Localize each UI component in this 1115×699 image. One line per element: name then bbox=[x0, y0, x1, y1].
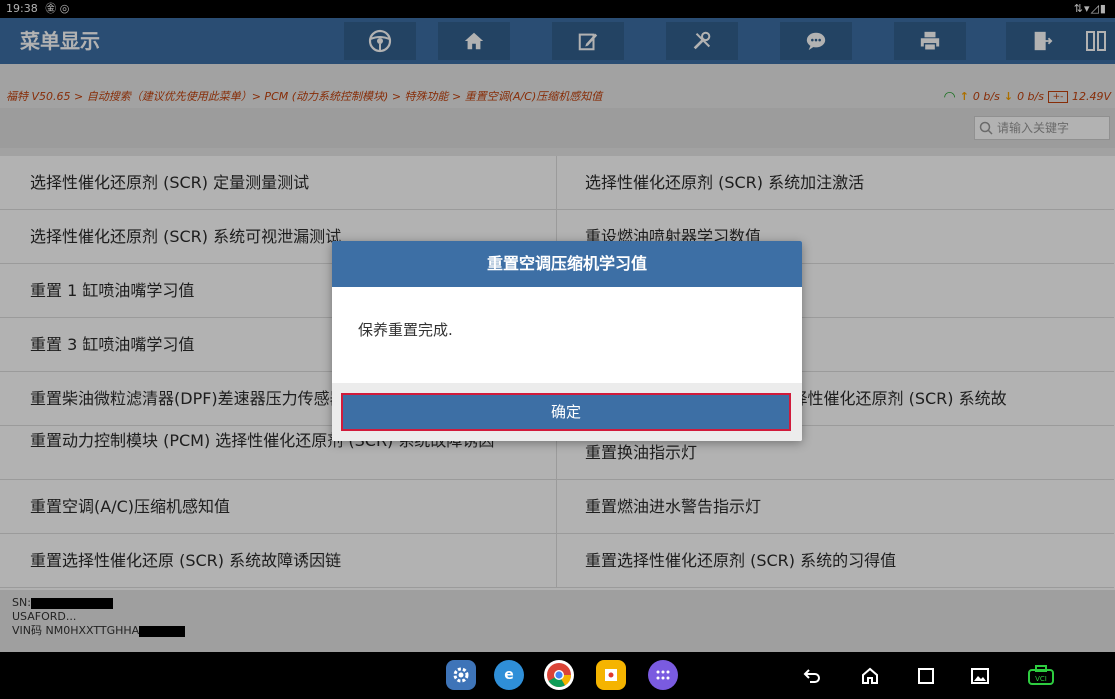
vci-label: VCI bbox=[1035, 675, 1047, 683]
reset-dialog: 重置空调压缩机学习值 保养重置完成. 确定 bbox=[332, 241, 802, 441]
screenshot-icon[interactable] bbox=[966, 662, 994, 690]
settings-app-icon[interactable] bbox=[446, 660, 476, 690]
dialog-title: 重置空调压缩机学习值 bbox=[332, 241, 802, 287]
chrome-app-icon[interactable] bbox=[544, 660, 574, 690]
browser-app-icon[interactable]: e bbox=[494, 660, 524, 690]
android-nav-bar: e VCI bbox=[0, 652, 1115, 699]
dialog-footer: 确定 bbox=[332, 383, 802, 441]
recents-icon[interactable] bbox=[912, 662, 940, 690]
ok-button[interactable]: 确定 bbox=[341, 393, 791, 431]
media-app-icon[interactable] bbox=[596, 660, 626, 690]
app-drawer-icon[interactable] bbox=[648, 660, 678, 690]
dialog-message: 保养重置完成. bbox=[358, 321, 453, 339]
back-icon[interactable] bbox=[798, 662, 826, 690]
vci-icon[interactable]: VCI bbox=[1024, 662, 1058, 690]
home-nav-icon[interactable] bbox=[856, 662, 884, 690]
screen: 19:38 ㊎ ◎ ⇅▾◿▮ 菜单显示 福特 V50.65 > 自动搜索（建议优… bbox=[0, 0, 1115, 699]
